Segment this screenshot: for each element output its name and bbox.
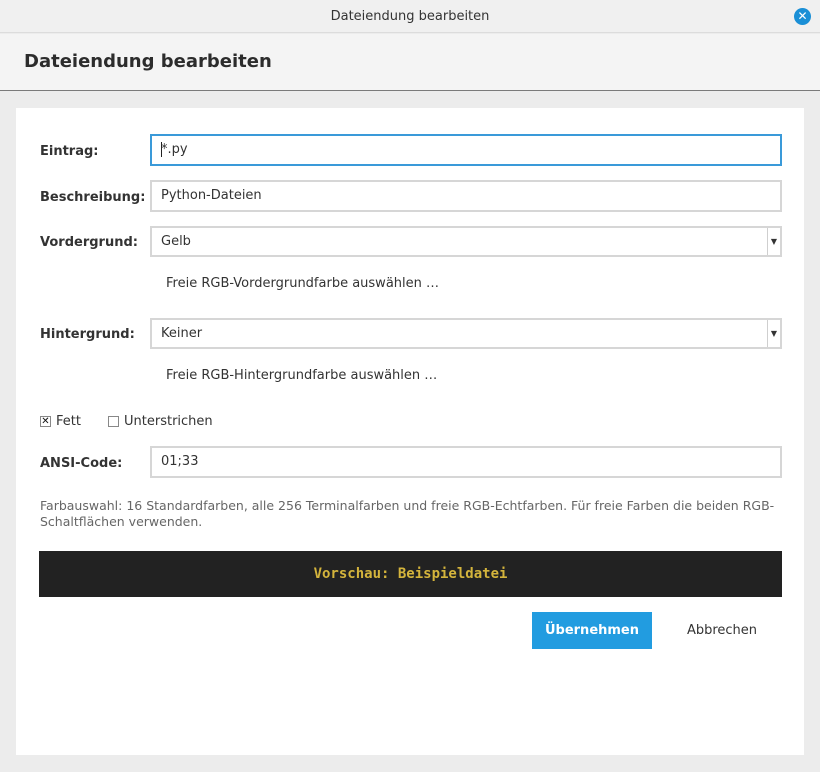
ansi-label: ANSI-Code: — [40, 456, 123, 471]
checkbox-unchecked-icon[interactable] — [108, 416, 119, 427]
dialog-header: Dateiendung bearbeiten — [0, 34, 820, 91]
bold-label: Fett — [56, 414, 81, 429]
chevron-down-icon[interactable]: ▼ — [767, 320, 780, 347]
window-title: Dateiendung bearbeiten — [330, 9, 490, 24]
background-label: Hintergrund: — [40, 327, 135, 342]
cancel-button[interactable]: Abbrechen — [670, 612, 774, 649]
apply-button[interactable]: Übernehmen — [532, 612, 652, 649]
window-titlebar: Dateiendung bearbeiten ✕ — [0, 0, 820, 33]
underline-label: Unterstrichen — [124, 414, 213, 429]
foreground-rgb-button[interactable]: Freie RGB-Vordergrundfarbe auswählen … — [166, 276, 439, 291]
dialog-title: Dateiendung bearbeiten — [24, 51, 272, 72]
entry-label: Eintrag: — [40, 144, 99, 159]
underline-checkbox[interactable]: Unterstrichen — [108, 414, 213, 429]
background-select[interactable]: Keiner ▼ — [150, 318, 782, 349]
preview-box: Vorschau: Beispieldatei — [39, 551, 782, 597]
background-value: Keiner — [161, 326, 203, 341]
close-icon[interactable]: ✕ — [794, 8, 811, 25]
foreground-select[interactable]: Gelb ▼ — [150, 226, 782, 257]
description-input[interactable]: Python-Dateien — [150, 180, 782, 212]
color-hint: Farbauswahl: 16 Standardfarben, alle 256… — [40, 498, 775, 529]
form-panel: Eintrag: *.py Beschreibung: Python-Datei… — [16, 108, 804, 755]
foreground-label: Vordergrund: — [40, 235, 138, 250]
background-rgb-button[interactable]: Freie RGB-Hintergrundfarbe auswählen … — [166, 368, 437, 383]
entry-value: *.py — [161, 142, 188, 157]
bold-checkbox[interactable]: ✕ Fett — [40, 414, 81, 429]
checkbox-checked-icon[interactable]: ✕ — [40, 416, 51, 427]
chevron-down-icon[interactable]: ▼ — [767, 228, 780, 255]
entry-input[interactable]: *.py — [150, 134, 782, 166]
description-label: Beschreibung: — [40, 190, 146, 205]
ansi-input[interactable]: 01;33 — [150, 446, 782, 478]
foreground-value: Gelb — [161, 234, 191, 249]
preview-text: Vorschau: Beispieldatei — [313, 566, 508, 582]
